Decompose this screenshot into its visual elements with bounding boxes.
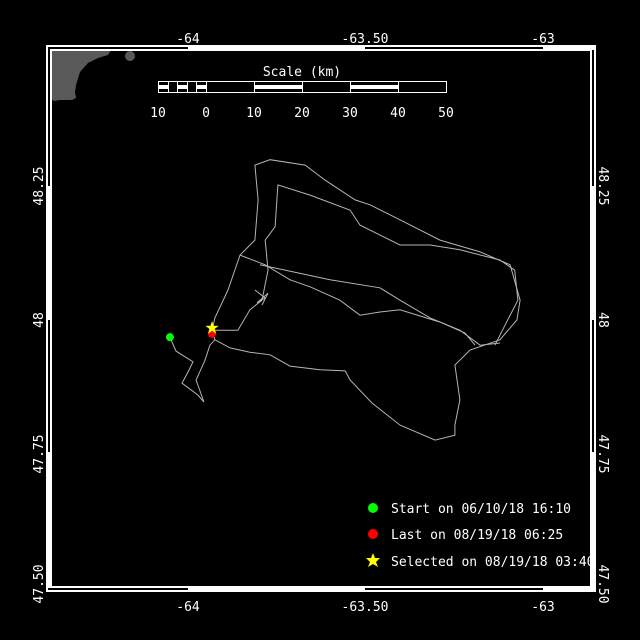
scale-label: 40 — [390, 106, 406, 121]
lon-label-bottom: -63.50 — [342, 600, 389, 615]
legend-start-marker — [368, 503, 378, 513]
scale-label: 0 — [202, 106, 210, 121]
scale-label: 50 — [438, 106, 454, 121]
map-plot: -64 -63.50 -63 -64 -63.50 -63 48.25 48 4… — [0, 0, 640, 640]
scale-label: 10 — [246, 106, 262, 121]
scale-label: 30 — [342, 106, 358, 121]
legend: Start on 06/10/18 16:10 Last on 08/19/18… — [366, 502, 595, 570]
lat-label-right: 48.25 — [595, 166, 610, 205]
scale-title: Scale (km) — [263, 65, 341, 80]
lat-label-left: 47.75 — [32, 434, 47, 473]
lon-label-top: -63.50 — [342, 32, 389, 47]
legend-last-marker — [368, 529, 378, 539]
lat-label-left: 48 — [32, 312, 47, 328]
lat-label-left: 48.25 — [32, 166, 47, 205]
island — [125, 51, 135, 61]
lat-label-right: 47.50 — [595, 564, 610, 603]
legend-start-label: Start on 06/10/18 16:10 — [391, 502, 571, 517]
legend-selected-label: Selected on 08/19/18 03:40 — [391, 555, 595, 570]
start-marker[interactable] — [165, 333, 174, 342]
lon-label-top: -63 — [531, 32, 554, 47]
scale-label: 20 — [294, 106, 310, 121]
lon-label-top: -64 — [176, 32, 200, 47]
lat-label-left: 47.50 — [32, 564, 47, 603]
lon-label-bottom: -64 — [176, 600, 200, 615]
scale-label: 10 — [150, 106, 166, 121]
lat-label-right: 48 — [595, 312, 610, 328]
legend-last-label: Last on 08/19/18 06:25 — [391, 528, 563, 543]
lat-label-right: 47.75 — [595, 434, 610, 473]
lon-label-bottom: -63 — [531, 600, 554, 615]
